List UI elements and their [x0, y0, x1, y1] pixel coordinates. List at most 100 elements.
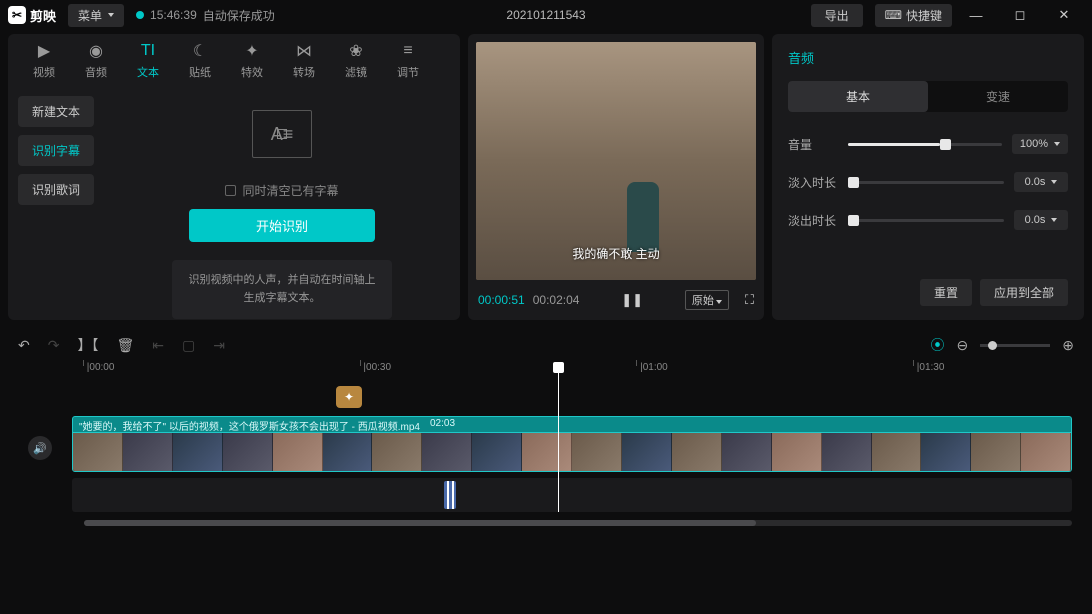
- fade-out-slider[interactable]: [848, 219, 1004, 222]
- clip-thumbnail: [323, 433, 373, 471]
- timeline-toolbar: ↶ ↷ 】【 🗑 ⇤ ▢ ⇥ ⦿ ⊖ ⊕: [8, 328, 1084, 362]
- status-dot-icon: [136, 11, 144, 19]
- clip-thumbnail: [223, 433, 273, 471]
- audio-tab-变速[interactable]: 变速: [928, 81, 1068, 112]
- clip-thumbnail: [73, 433, 123, 471]
- tab-贴纸[interactable]: ☾贴纸: [174, 42, 226, 80]
- side-button-0[interactable]: 新建文本: [18, 96, 94, 127]
- tab-调节[interactable]: ≡调节: [382, 42, 434, 80]
- mark-button[interactable]: ▢: [182, 337, 195, 354]
- audio-track-bg[interactable]: [72, 478, 1072, 512]
- preview-controls: 00:00:51 00:02:04 ❚❚ 原始 ⛶: [476, 280, 756, 312]
- side-button-1[interactable]: 识别字幕: [18, 135, 94, 166]
- logo-icon: ✂: [8, 6, 26, 24]
- recognition-description: 识别视频中的人声，并自动在时间轴上生成字幕文本。: [172, 260, 392, 319]
- slider-thumb[interactable]: [848, 215, 859, 226]
- start-recognition-button[interactable]: 开始识别: [189, 209, 375, 242]
- tab-icon: ☾: [193, 42, 207, 60]
- fade-out-value[interactable]: 0.0s: [1014, 210, 1068, 230]
- tab-icon: ✦: [245, 42, 258, 60]
- clear-existing-checkbox[interactable]: 同时清空已有字幕: [225, 182, 338, 199]
- clip-thumbnail: [472, 433, 522, 471]
- volume-value[interactable]: 100%: [1012, 134, 1068, 154]
- close-button[interactable]: ✕: [1044, 1, 1084, 29]
- tab-特效[interactable]: ✦特效: [226, 42, 278, 80]
- aspect-ratio-button[interactable]: 原始: [685, 290, 729, 310]
- reset-button[interactable]: 重置: [920, 279, 972, 306]
- video-clip[interactable]: [72, 432, 1072, 472]
- volume-label: 音量: [788, 136, 838, 153]
- redo-button[interactable]: ↷: [48, 337, 60, 354]
- tab-文本[interactable]: TI文本: [122, 42, 174, 80]
- pause-button[interactable]: ❚❚: [621, 292, 643, 308]
- tab-视频[interactable]: ▶视频: [18, 42, 70, 80]
- delete-button[interactable]: 🗑: [116, 337, 134, 354]
- playhead[interactable]: [558, 364, 559, 512]
- split-button[interactable]: 】【: [77, 335, 98, 355]
- media-panel: ▶视频◉音频TI文本☾贴纸✦特效⋈转场❀滤镜≡调节 新建文本识别字幕识别歌词 A…: [8, 34, 460, 320]
- export-button[interactable]: 导出: [811, 4, 863, 27]
- slider-thumb[interactable]: [940, 139, 951, 150]
- clip-thumbnail: [422, 433, 472, 471]
- tab-icon: ◉: [89, 42, 103, 60]
- shortcuts-button[interactable]: ⌨ 快捷键: [875, 4, 952, 27]
- mark-out-button[interactable]: ⇥: [213, 337, 225, 354]
- tab-icon: TI: [141, 42, 155, 60]
- slider-thumb[interactable]: [848, 177, 859, 188]
- zoom-slider[interactable]: [980, 344, 1050, 347]
- track-mute-button[interactable]: 🔊: [28, 436, 52, 460]
- subtitle-recognition-area: A≡ 同时清空已有字幕 开始识别 识别视频中的人声，并自动在时间轴上生成字幕文本…: [104, 86, 460, 320]
- zoom-out-button[interactable]: ⊖: [957, 337, 969, 354]
- menu-button[interactable]: 菜单: [68, 4, 124, 27]
- zoom-in-button[interactable]: ⊕: [1062, 337, 1074, 354]
- fade-in-value[interactable]: 0.0s: [1014, 172, 1068, 192]
- maximize-button[interactable]: ◻: [1000, 1, 1040, 29]
- slider-thumb[interactable]: [988, 341, 997, 350]
- tab-icon: ▶: [38, 42, 50, 60]
- minimize-button[interactable]: —: [956, 1, 996, 29]
- app-logo: ✂ 剪映: [8, 6, 56, 25]
- clip-thumbnail: [971, 433, 1021, 471]
- tab-icon: ❀: [349, 42, 362, 60]
- clip-thumbnail: [672, 433, 722, 471]
- fade-in-row: 淡入时长 0.0s: [788, 172, 1068, 192]
- text-side-buttons: 新建文本识别字幕识别歌词: [8, 86, 104, 320]
- titlebar: ✂ 剪映 菜单 15:46:39 自动保存成功 202101211543 导出 …: [0, 0, 1092, 30]
- clip-thumbnail: [372, 433, 422, 471]
- video-track: 🔊 "她要的，我给不了" 以后的视频，这个俄罗斯女孩不会出现了 - 西瓜视频.m…: [8, 416, 1084, 472]
- save-status: 15:46:39 自动保存成功: [136, 7, 275, 24]
- audio-tabs: 基本变速: [788, 81, 1068, 112]
- clip-thumbnail: [622, 433, 672, 471]
- preview-panel: 我的确不敢 主动 00:00:51 00:02:04 ❚❚ 原始 ⛶: [468, 34, 764, 320]
- panel-title: 音频: [788, 48, 1068, 67]
- audio-tab-基本[interactable]: 基本: [788, 81, 928, 112]
- mark-in-button[interactable]: ⇤: [152, 337, 164, 354]
- effect-track: ✦: [8, 386, 1084, 412]
- apply-all-button[interactable]: 应用到全部: [980, 279, 1068, 306]
- ruler-tick: |01:30: [914, 362, 944, 373]
- save-time: 15:46:39: [150, 8, 197, 22]
- snap-toggle[interactable]: ⦿: [931, 335, 945, 355]
- tab-音频[interactable]: ◉音频: [70, 42, 122, 80]
- project-name: 202101211543: [506, 8, 585, 22]
- volume-row: 音量 100%: [788, 134, 1068, 154]
- clip-thumbnail: [921, 433, 971, 471]
- preview-video[interactable]: 我的确不敢 主动: [476, 42, 756, 280]
- time-ruler[interactable]: |00:00 |00:30 |01:00 |01:30: [84, 362, 1072, 380]
- horizontal-scrollbar[interactable]: [84, 520, 1072, 526]
- ruler-tick: |01:00: [637, 362, 667, 373]
- subtitle-icon: A≡: [252, 110, 312, 158]
- fullscreen-button[interactable]: ⛶: [745, 292, 754, 308]
- side-button-2[interactable]: 识别歌词: [18, 174, 94, 205]
- undo-button[interactable]: ↶: [18, 337, 30, 354]
- effect-clip[interactable]: ✦: [336, 386, 362, 408]
- audio-clip[interactable]: [444, 481, 456, 509]
- ruler-tick: |00:00: [84, 362, 114, 373]
- clip-label: "她要的，我给不了" 以后的视频，这个俄罗斯女孩不会出现了 - 西瓜视频.mp4…: [72, 416, 1072, 432]
- tab-icon: ⋈: [296, 42, 312, 60]
- tab-转场[interactable]: ⋈转场: [278, 42, 330, 80]
- scrollbar-thumb[interactable]: [84, 520, 756, 526]
- fade-in-slider[interactable]: [848, 181, 1004, 184]
- volume-slider[interactable]: [848, 143, 1002, 146]
- tab-滤镜[interactable]: ❀滤镜: [330, 42, 382, 80]
